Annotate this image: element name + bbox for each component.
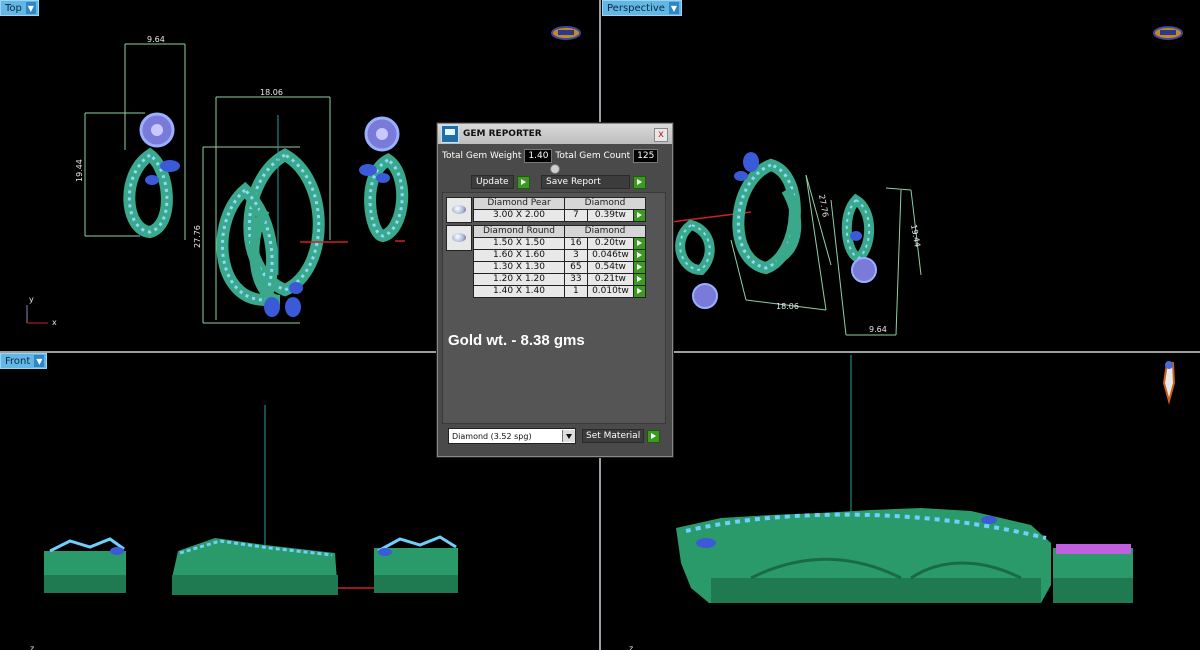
material-select-value: Diamond (3.52 spg) xyxy=(452,431,532,441)
save-report-control[interactable]: Save Report xyxy=(541,175,646,189)
table-row[interactable]: 1.40 X 1.40 1 0.010tw xyxy=(473,285,646,298)
gem-weight: 0.54tw xyxy=(586,261,635,274)
pear-gem-thumbnail xyxy=(446,197,472,223)
dim-height-large: 27.76 xyxy=(193,225,202,248)
axis-label-z: z xyxy=(629,644,633,650)
total-gem-count-label: Total Gem Count xyxy=(555,151,631,161)
totals-row: Total Gem Weight 1.40 Total Gem Count 12… xyxy=(442,148,668,164)
table-row[interactable]: 1.30 X 1.30 65 0.54tw xyxy=(473,261,646,274)
gem-weight: 0.39tw xyxy=(586,209,635,222)
table-row[interactable]: 1.50 X 1.50 16 0.20tw xyxy=(473,237,646,250)
gem-reporter-titlebar[interactable]: GEM REPORTER x xyxy=(438,124,672,144)
view-cube-icon[interactable] xyxy=(551,26,581,40)
gem-reporter-title: GEM REPORTER xyxy=(463,129,542,139)
front-left-earring xyxy=(44,537,126,593)
axis-label-y: y xyxy=(29,295,34,304)
round-gem-thumbnail xyxy=(446,225,472,251)
row-go-button[interactable] xyxy=(633,285,646,298)
update-control[interactable]: Update xyxy=(471,175,530,189)
round-shape-header: Diamond Round xyxy=(473,225,565,238)
gem-count: 33 xyxy=(564,273,588,286)
pear-material-header: Diamond xyxy=(564,197,646,210)
gem-weight: 0.21tw xyxy=(586,273,635,286)
dim-height-small: 19.44 xyxy=(75,159,84,182)
axis-label-x: x xyxy=(52,318,57,327)
gem-reporter-logo-icon xyxy=(441,125,459,143)
row-go-button[interactable] xyxy=(633,261,646,274)
row-go-button[interactable] xyxy=(633,273,646,286)
gem-size: 3.00 X 2.00 xyxy=(473,209,565,222)
gold-weight-note: Gold wt. - 8.38 gms xyxy=(448,332,585,349)
row-go-button[interactable] xyxy=(633,209,646,222)
gem-weight: 0.046tw xyxy=(586,249,635,262)
right-side-model xyxy=(676,508,1133,603)
light-bulb-icon[interactable] xyxy=(1162,361,1176,405)
view-cube-icon[interactable] xyxy=(1153,26,1183,40)
material-select[interactable]: Diamond (3.52 spg) xyxy=(448,428,576,444)
gem-list: Diamond Pear Diamond 3.00 X 2.00 7 0.39t… xyxy=(442,192,666,424)
gem-size: 1.50 X 1.50 xyxy=(473,237,565,250)
save-report-button-label[interactable]: Save Report xyxy=(541,175,630,189)
front-right-earring xyxy=(374,535,458,593)
pear-gem-table: Diamond Pear Diamond 3.00 X 2.00 7 0.39t… xyxy=(473,197,646,222)
gem-size: 1.40 X 1.40 xyxy=(473,285,565,298)
gem-weight: 0.20tw xyxy=(586,237,635,250)
gem-count: 1 xyxy=(564,285,588,298)
dim-perspective-small: 9.64 xyxy=(869,325,887,334)
right-view-drawing: z xyxy=(629,355,1176,650)
total-gem-weight-label: Total Gem Weight xyxy=(442,151,522,161)
left-earring xyxy=(123,112,180,239)
update-button-label[interactable]: Update xyxy=(471,175,514,189)
axis-triad-icon xyxy=(26,305,48,324)
right-earring xyxy=(359,116,409,243)
row-go-button[interactable] xyxy=(633,249,646,262)
right-viewport[interactable]: z xyxy=(601,353,1200,650)
round-gem-table: Diamond Round Diamond 1.50 X 1.50 16 0.2… xyxy=(473,225,646,298)
update-button[interactable] xyxy=(516,175,530,189)
dim-perspective-width: 18.06 xyxy=(776,302,799,311)
gem-count: 3 xyxy=(564,249,588,262)
gem-size: 1.20 X 1.20 xyxy=(473,273,565,286)
pear-gem-icon xyxy=(452,205,466,214)
center-pendant xyxy=(216,115,348,317)
set-material-button[interactable] xyxy=(647,429,661,443)
dim-perspective-height-small: 19.44 xyxy=(909,224,922,248)
dim-width-large: 18.06 xyxy=(260,88,283,97)
save-report-button[interactable] xyxy=(632,175,646,189)
dim-perspective-height: 27.76 xyxy=(817,194,830,218)
gem-size: 1.30 X 1.30 xyxy=(473,261,565,274)
gem-count: 7 xyxy=(564,209,588,222)
axis-label-z: z xyxy=(30,644,34,650)
front-center-piece xyxy=(172,538,338,595)
perspective-viewport[interactable]: Perspective ▼ 18.06 9.64 27.76 19.44 xyxy=(601,0,1200,351)
row-go-button[interactable] xyxy=(633,237,646,250)
set-material-button-label[interactable]: Set Material xyxy=(582,429,645,443)
round-gem-icon xyxy=(452,233,466,242)
table-row[interactable]: 1.20 X 1.20 33 0.21tw xyxy=(473,273,646,286)
perspective-view-drawing: 18.06 9.64 27.76 19.44 xyxy=(670,26,1183,336)
collapse-icon[interactable] xyxy=(550,164,560,174)
total-gem-count-value: 125 xyxy=(633,149,659,163)
gem-reporter-panel: GEM REPORTER x Total Gem Weight 1.40 Tot… xyxy=(437,123,673,457)
table-row[interactable]: 1.60 X 1.60 3 0.046tw xyxy=(473,249,646,262)
gem-count: 65 xyxy=(564,261,588,274)
set-material-control[interactable]: Set Material xyxy=(582,429,661,443)
total-gem-weight-value: 1.40 xyxy=(524,149,553,163)
table-row[interactable]: 3.00 X 2.00 7 0.39tw xyxy=(473,209,646,222)
chevron-down-icon[interactable] xyxy=(562,430,575,442)
dim-width-small: 9.64 xyxy=(147,35,165,44)
round-material-header: Diamond xyxy=(564,225,646,238)
gem-weight: 0.010tw xyxy=(586,285,635,298)
perspective-model xyxy=(675,152,877,309)
gem-count: 16 xyxy=(564,237,588,250)
close-button[interactable]: x xyxy=(654,128,668,142)
pear-shape-header: Diamond Pear xyxy=(473,197,565,210)
gem-size: 1.60 X 1.60 xyxy=(473,249,565,262)
